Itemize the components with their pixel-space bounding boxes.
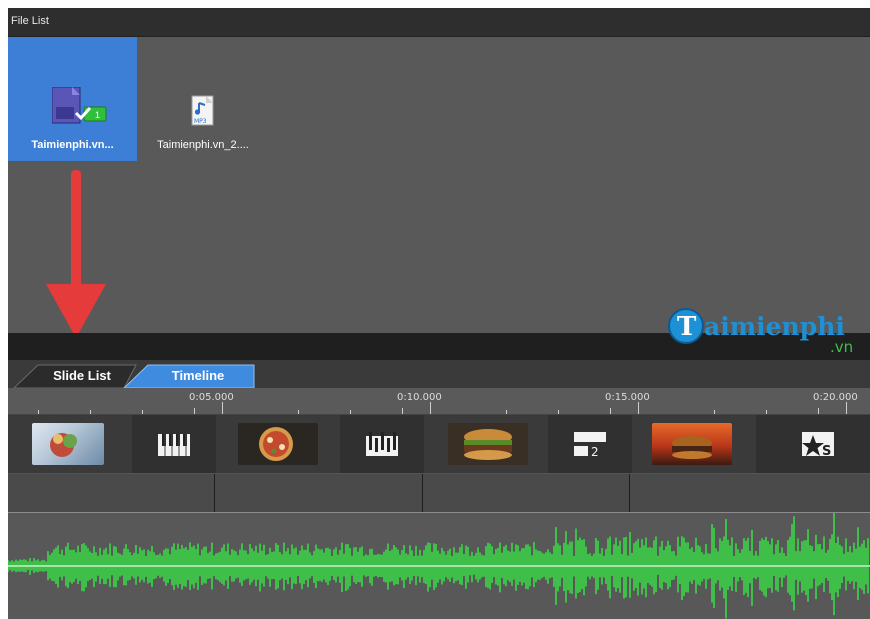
slide-cell[interactable] bbox=[216, 415, 340, 473]
transition-cell[interactable] bbox=[132, 415, 216, 473]
ruler-label: 0:15.000 bbox=[605, 392, 650, 403]
transition-cell[interactable] bbox=[340, 415, 424, 473]
svg-text:2: 2 bbox=[591, 445, 599, 459]
bars-transition-icon bbox=[366, 432, 398, 456]
tab-slide-list[interactable]: Slide List bbox=[34, 364, 130, 388]
pizza-photo-icon bbox=[238, 423, 318, 465]
slide-cell[interactable] bbox=[424, 415, 548, 473]
mp3-file-icon: MP3 bbox=[191, 95, 214, 126]
ruler-label: 0:10.000 bbox=[397, 392, 442, 403]
transition-cell[interactable]: 2 bbox=[548, 415, 632, 473]
split-transition-icon: 2 bbox=[574, 432, 606, 459]
file-item-mp3[interactable]: MP3 Taimienphi.vn_2.... bbox=[141, 37, 265, 161]
transition-cell[interactable]: S bbox=[756, 415, 870, 473]
svg-text:aimienphi: aimienphi bbox=[704, 312, 845, 341]
food-photo-icon bbox=[32, 423, 104, 465]
tab-timeline[interactable]: Timeline bbox=[144, 364, 252, 388]
audio-waveform-track[interactable] bbox=[8, 512, 870, 619]
burger-fire-photo-icon bbox=[652, 423, 732, 465]
svg-text:1: 1 bbox=[95, 110, 100, 120]
tab-bar: Slide List Timeline bbox=[8, 360, 870, 388]
svg-text:MP3: MP3 bbox=[194, 118, 207, 125]
file-name: Taimienphi.vn... bbox=[31, 139, 114, 151]
burger-photo-icon bbox=[448, 423, 528, 465]
watermark-logo: T aimienphi .vn bbox=[666, 300, 866, 356]
svg-text:.vn: .vn bbox=[830, 338, 853, 356]
transition-track[interactable] bbox=[8, 473, 870, 514]
svg-text:T: T bbox=[677, 312, 697, 342]
file-list-title: File List bbox=[11, 15, 49, 27]
file-list-panel: 1 Taimienphi.vn... MP3 Taimienphi.vn_2..… bbox=[8, 37, 870, 333]
slide-track: 2 S bbox=[8, 415, 870, 473]
timeline-ruler[interactable]: 0:05.000 0:10.000 0:15.000 0:20.000 bbox=[8, 388, 870, 415]
svg-text:S: S bbox=[822, 444, 831, 459]
star-transition-icon: S bbox=[802, 432, 834, 459]
app-window: File List 1 Taimienphi.vn... MP3 Taimien… bbox=[8, 8, 870, 619]
slide-cell[interactable] bbox=[8, 415, 132, 473]
audio-waveform bbox=[8, 512, 870, 619]
video-file-icon: 1 bbox=[52, 87, 107, 124]
ruler-label: 0:05.000 bbox=[189, 392, 234, 403]
file-list-header: File List bbox=[8, 8, 870, 37]
file-item-video[interactable]: 1 Taimienphi.vn... bbox=[8, 37, 137, 161]
slide-cell[interactable] bbox=[632, 415, 756, 473]
red-arrow-annotation bbox=[46, 170, 106, 338]
ruler-label: 0:20.000 bbox=[813, 392, 858, 403]
file-name: Taimienphi.vn_2.... bbox=[157, 139, 249, 151]
piano-transition-icon bbox=[158, 434, 190, 456]
